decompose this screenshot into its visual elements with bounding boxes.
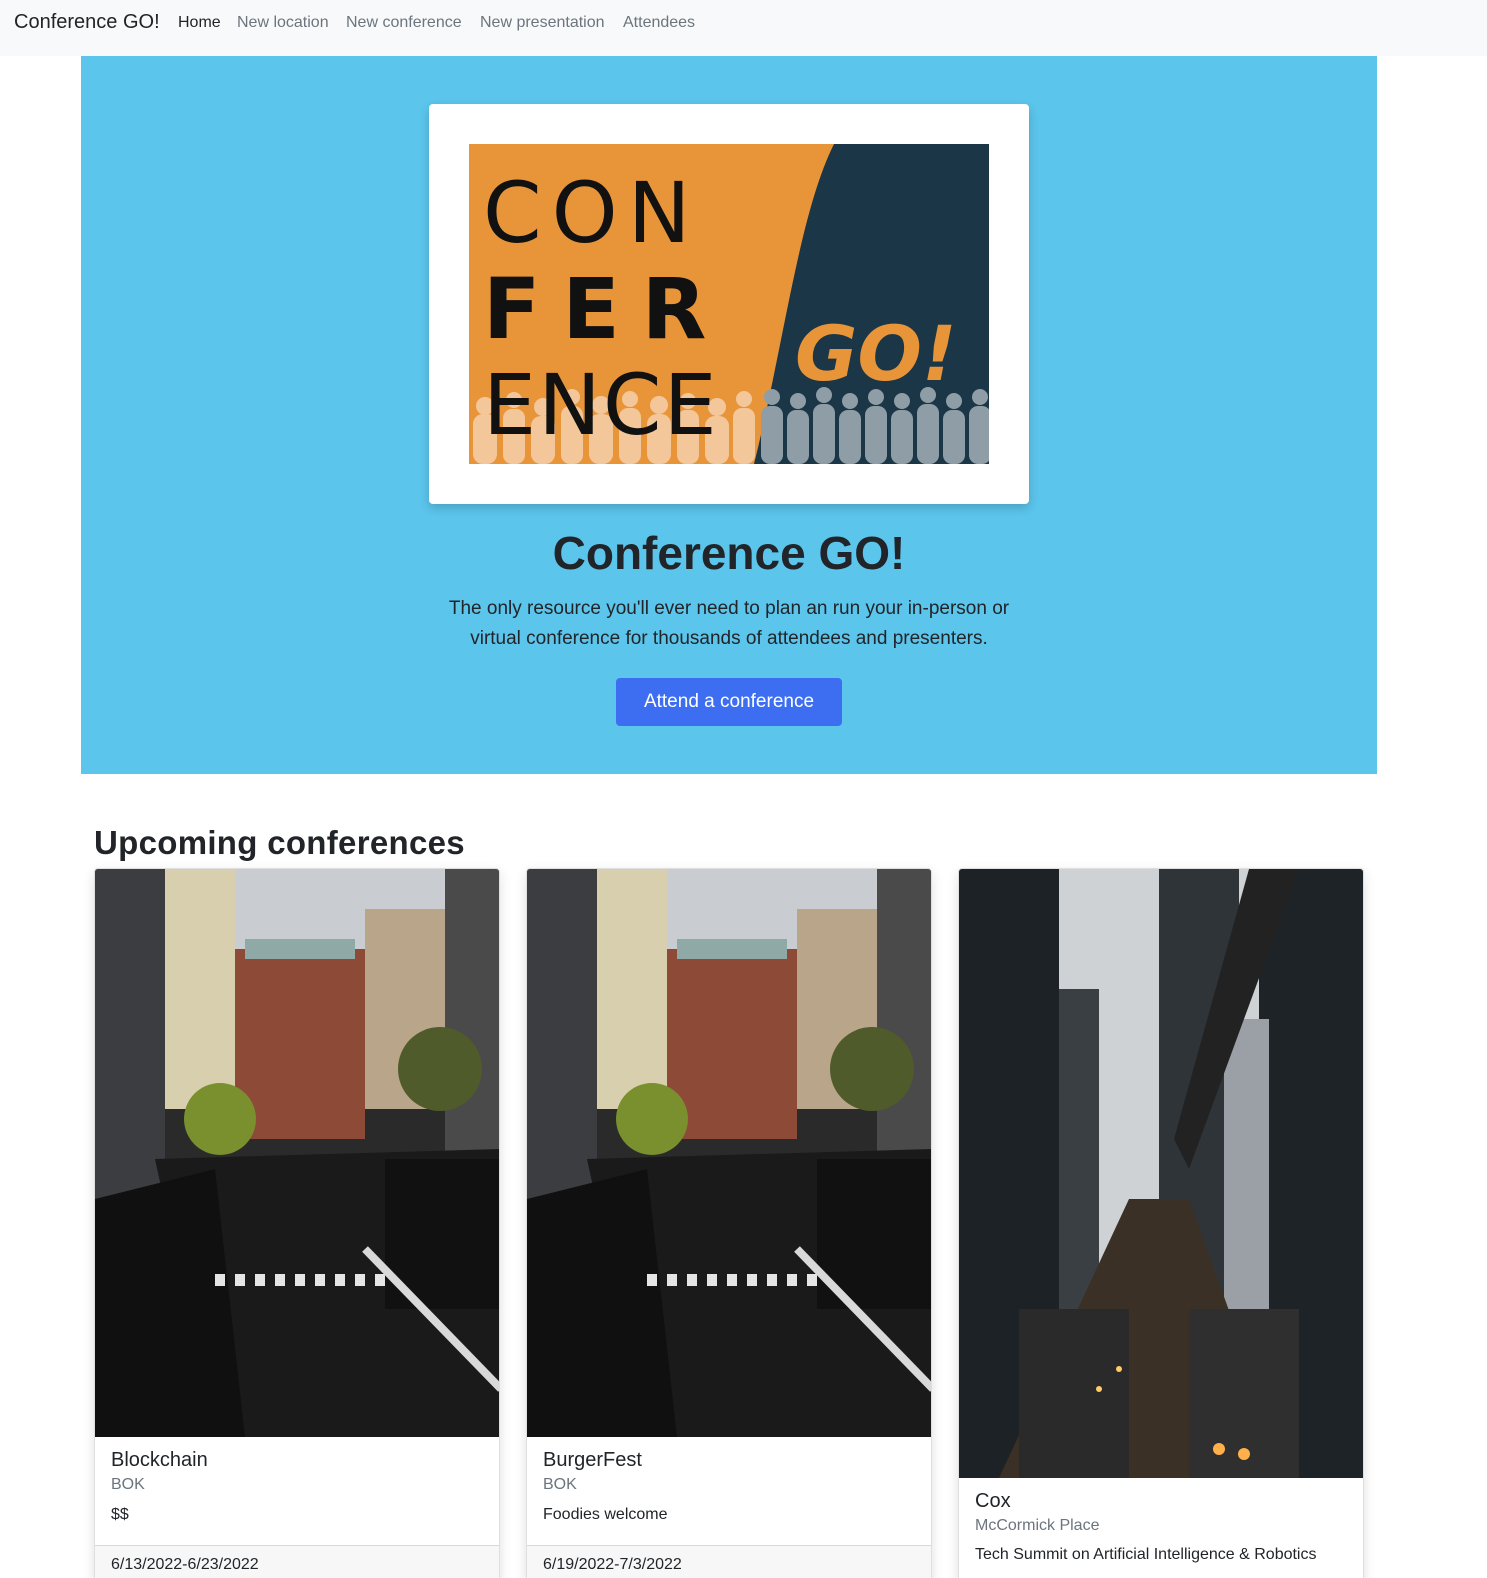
conference-name: Blockchain bbox=[111, 1449, 208, 1471]
navbar: Conference GO! Home New location New con… bbox=[0, 0, 1487, 56]
conference-image bbox=[95, 869, 499, 1437]
logo-card: CON FER ENCE GO! bbox=[429, 104, 1029, 504]
conference-card[interactable]: Cox McCormick Place Tech Summit on Artif… bbox=[958, 868, 1364, 1578]
conference-name: BurgerFest bbox=[543, 1449, 642, 1471]
conference-dates: 6/13/2022-6/23/2022 bbox=[111, 1556, 259, 1573]
conference-dates: 6/19/2022-7/3/2022 bbox=[543, 1556, 682, 1573]
nav-link-attendees[interactable]: Attendees bbox=[623, 14, 695, 32]
card-footer: 6/19/2022-7/3/2022 bbox=[527, 1545, 931, 1578]
hero-section: CON FER ENCE GO! Conference GO! The only… bbox=[81, 56, 1377, 774]
nav-link-new-presentation[interactable]: New presentation bbox=[480, 14, 605, 32]
card-footer: 6/13/2022-6/23/2022 bbox=[95, 1545, 499, 1578]
nav-link-new-location[interactable]: New location bbox=[237, 14, 329, 32]
conference-location: BOK bbox=[543, 1476, 577, 1493]
logo-text-go: GO! bbox=[795, 309, 957, 398]
hero-title: Conference GO! bbox=[552, 527, 906, 579]
conference-description: Foodies welcome bbox=[543, 1506, 668, 1523]
logo-graphic: CON FER ENCE GO! bbox=[469, 144, 989, 464]
logo-text-ence: ENCE bbox=[483, 356, 719, 454]
conference-location: BOK bbox=[111, 1476, 145, 1493]
upcoming-heading: Upcoming conferences bbox=[94, 824, 465, 861]
conference-location: McCormick Place bbox=[975, 1517, 1100, 1534]
logo-text-fer: FER bbox=[483, 260, 728, 358]
conference-card[interactable]: BurgerFest BOK Foodies welcome 6/19/2022… bbox=[526, 868, 932, 1578]
nav-link-home[interactable]: Home bbox=[178, 14, 221, 32]
logo-text-con: CON bbox=[483, 164, 701, 262]
conference-image bbox=[527, 869, 931, 1437]
conference-image bbox=[959, 869, 1363, 1478]
nav-link-new-conference[interactable]: New conference bbox=[346, 14, 462, 32]
hero-lead: The only resource you'll ever need to pl… bbox=[448, 598, 1010, 649]
navbar-brand[interactable]: Conference GO! bbox=[14, 11, 160, 34]
conference-description: $$ bbox=[111, 1506, 129, 1523]
conference-card[interactable]: Blockchain BOK $$ 6/13/2022-6/23/2022 bbox=[94, 868, 500, 1578]
conference-go-logo: CON FER ENCE GO! bbox=[469, 144, 989, 464]
conference-name: Cox bbox=[975, 1490, 1011, 1512]
attend-conference-button[interactable]: Attend a conference bbox=[616, 678, 842, 726]
conference-description: Tech Summit on Artificial Intelligence &… bbox=[975, 1546, 1317, 1563]
